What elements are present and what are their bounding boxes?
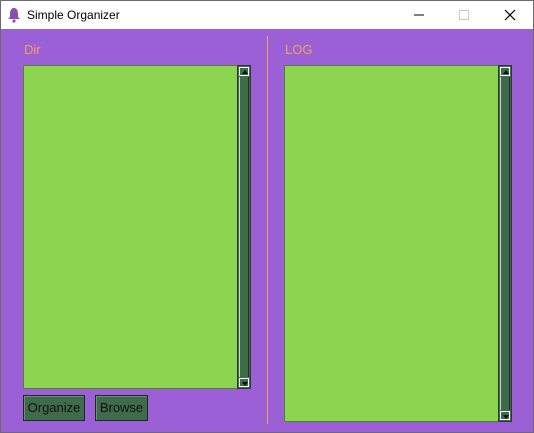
scroll-down-arrow-icon[interactable] — [500, 411, 510, 420]
title-bar[interactable]: Simple Organizer — [1, 1, 533, 29]
minimize-button[interactable] — [396, 1, 442, 29]
dir-listbox[interactable] — [23, 65, 239, 389]
scrollbar-track[interactable] — [239, 77, 249, 377]
dir-scrollbar[interactable] — [237, 65, 251, 389]
maximize-icon — [459, 10, 469, 20]
panel-divider — [267, 36, 268, 424]
close-icon — [504, 9, 516, 21]
browse-button[interactable]: Browse — [95, 395, 148, 421]
dir-label: Dir — [24, 42, 41, 57]
scrollbar-track[interactable] — [500, 77, 510, 410]
organize-button[interactable]: Organize — [23, 395, 85, 421]
app-window: Simple Organizer Dir LOG Organize Browse — [0, 0, 534, 433]
log-listbox[interactable] — [284, 65, 500, 422]
minimize-icon — [414, 14, 424, 16]
log-scrollbar[interactable] — [498, 65, 512, 422]
log-label: LOG — [285, 42, 313, 57]
scroll-up-arrow-icon[interactable] — [500, 67, 510, 76]
close-button[interactable] — [487, 1, 533, 29]
app-bell-icon[interactable] — [7, 7, 21, 23]
maximize-button[interactable] — [442, 1, 488, 29]
client-area: Dir LOG Organize Browse — [1, 29, 533, 432]
scroll-down-arrow-icon[interactable] — [239, 378, 249, 387]
scroll-up-arrow-icon[interactable] — [239, 67, 249, 76]
window-title: Simple Organizer — [27, 8, 120, 22]
